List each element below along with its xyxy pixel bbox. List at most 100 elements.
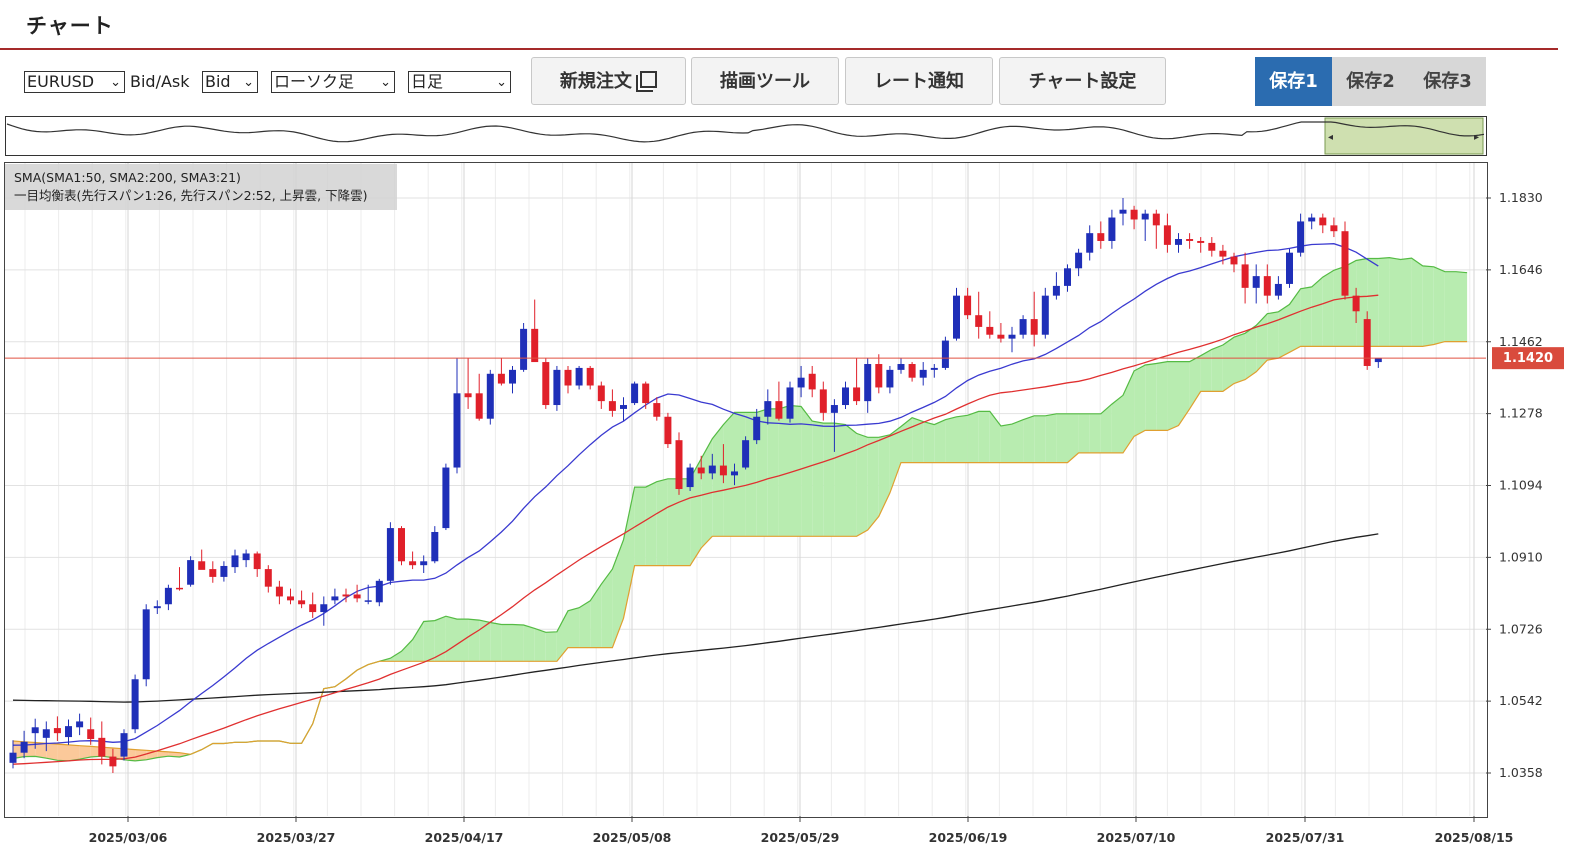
ichimoku-cloud <box>601 569 613 648</box>
chart-svg: 1.1830 1.1646 1.1462 1.1278 1.1094 1.0910 1.07… <box>5 117 1564 845</box>
candle-body <box>986 326 994 335</box>
candle-body <box>1130 209 1138 220</box>
span2-line <box>12 341 1468 755</box>
candle-body <box>1219 250 1227 257</box>
candle-body <box>87 729 95 740</box>
candle-body <box>1175 239 1182 245</box>
ichimoku-cloud <box>1067 413 1079 463</box>
candle-body <box>764 401 772 417</box>
candle-body <box>287 596 294 601</box>
navigator-line <box>6 121 1485 143</box>
candle-body <box>1152 213 1160 226</box>
y-tick-label: 1.1462 <box>1499 334 1543 349</box>
candle-body <box>908 364 916 378</box>
ichimoku-cloud <box>545 631 557 662</box>
ichimoku-cloud <box>1145 363 1157 431</box>
ichimoku-cloud <box>568 607 580 648</box>
ichimoku-cloud <box>656 478 668 566</box>
candle-body <box>1208 242 1216 251</box>
ichimoku-cloud <box>1078 413 1090 453</box>
ichimoku-cloud <box>412 621 424 662</box>
ichimoku-cloud <box>468 619 480 662</box>
candle-body <box>398 528 405 562</box>
y-tick-label: 1.1094 <box>1499 478 1543 493</box>
candle-body <box>98 737 106 757</box>
ichimoku-cloud <box>1134 364 1146 437</box>
x-tick-label: 2025/07/31 <box>1266 830 1345 845</box>
ichimoku-cloud <box>967 411 979 463</box>
ichimoku-cloud <box>35 742 47 759</box>
ichimoku-cloud <box>1167 361 1179 431</box>
candle-body <box>364 600 372 602</box>
ichimoku-cloud <box>490 622 502 662</box>
candle-body <box>653 403 661 417</box>
candle-body <box>331 596 339 601</box>
candle-body <box>486 373 494 419</box>
candle-body <box>209 569 217 577</box>
candle-body <box>1241 264 1249 288</box>
candle-body <box>386 528 394 581</box>
ichimoku-cloud <box>1222 337 1234 392</box>
candle-body <box>320 604 328 613</box>
candle-body <box>1186 239 1194 241</box>
candle-body <box>808 373 816 390</box>
x-tick-label: 2025/05/08 <box>593 830 672 845</box>
x-tick-label: 2025/04/17 <box>425 830 504 845</box>
ichimoku-cloud <box>1300 286 1312 347</box>
candle-body <box>930 367 938 370</box>
candle-body <box>475 393 483 419</box>
candle-body <box>509 369 516 384</box>
ichimoku-cloud <box>812 421 824 537</box>
ichimoku-cloud <box>923 421 935 463</box>
candle-body <box>675 440 683 490</box>
ichimoku-cloud <box>1378 257 1390 347</box>
candle-body <box>531 328 539 363</box>
ichimoku-cloud <box>1045 413 1057 463</box>
ichimoku-cloud <box>801 406 813 537</box>
candle-body <box>131 679 139 730</box>
ichimoku-cloud <box>523 624 535 662</box>
candle-body <box>187 560 195 585</box>
candle-body <box>431 531 439 562</box>
candle-body <box>975 315 983 327</box>
candle-body <box>941 340 949 368</box>
candle-body <box>1352 295 1360 312</box>
candle-body <box>786 387 794 419</box>
candle-body <box>597 385 605 402</box>
candle-body <box>442 467 450 529</box>
candle-body <box>253 553 261 570</box>
ichimoku-cloud <box>1034 415 1046 463</box>
ichimoku-cloud <box>823 423 835 537</box>
legend-sma: SMA(SMA1:50, SMA2:200, SMA3:21) <box>14 170 241 185</box>
candle-body <box>1341 231 1349 296</box>
ichimoku-cloud <box>956 415 968 463</box>
ichimoku-cloud <box>679 478 691 566</box>
candle-body <box>1019 319 1027 335</box>
candle-body <box>564 369 572 386</box>
ichimoku-cloud <box>1000 424 1012 463</box>
candle-body <box>420 561 428 566</box>
ichimoku-cloud <box>1056 413 1068 463</box>
candle-body <box>375 580 383 603</box>
candle-body <box>198 561 206 570</box>
candle-body <box>797 377 805 388</box>
ichimoku-cloud <box>423 620 435 662</box>
ichimoku-cloud <box>1389 257 1401 347</box>
candle-body <box>708 465 716 474</box>
y-tick-label: 1.0726 <box>1499 621 1543 636</box>
ichimoku-cloud <box>68 744 80 761</box>
candle-body <box>120 733 128 757</box>
candle-body <box>31 727 39 734</box>
candle-body <box>53 728 61 734</box>
candle-body <box>919 369 927 378</box>
candle-body <box>1363 319 1371 366</box>
current-price-label: 1.1420 <box>1503 351 1553 366</box>
candle-body <box>1141 213 1149 220</box>
candle-body <box>20 741 28 753</box>
x-tick-label: 2025/06/19 <box>929 830 1008 845</box>
candle-body <box>997 334 1005 339</box>
candle-body <box>164 587 172 605</box>
candle-body <box>631 383 639 404</box>
ichimoku-cloud <box>1211 344 1223 392</box>
candle-body <box>275 586 283 597</box>
